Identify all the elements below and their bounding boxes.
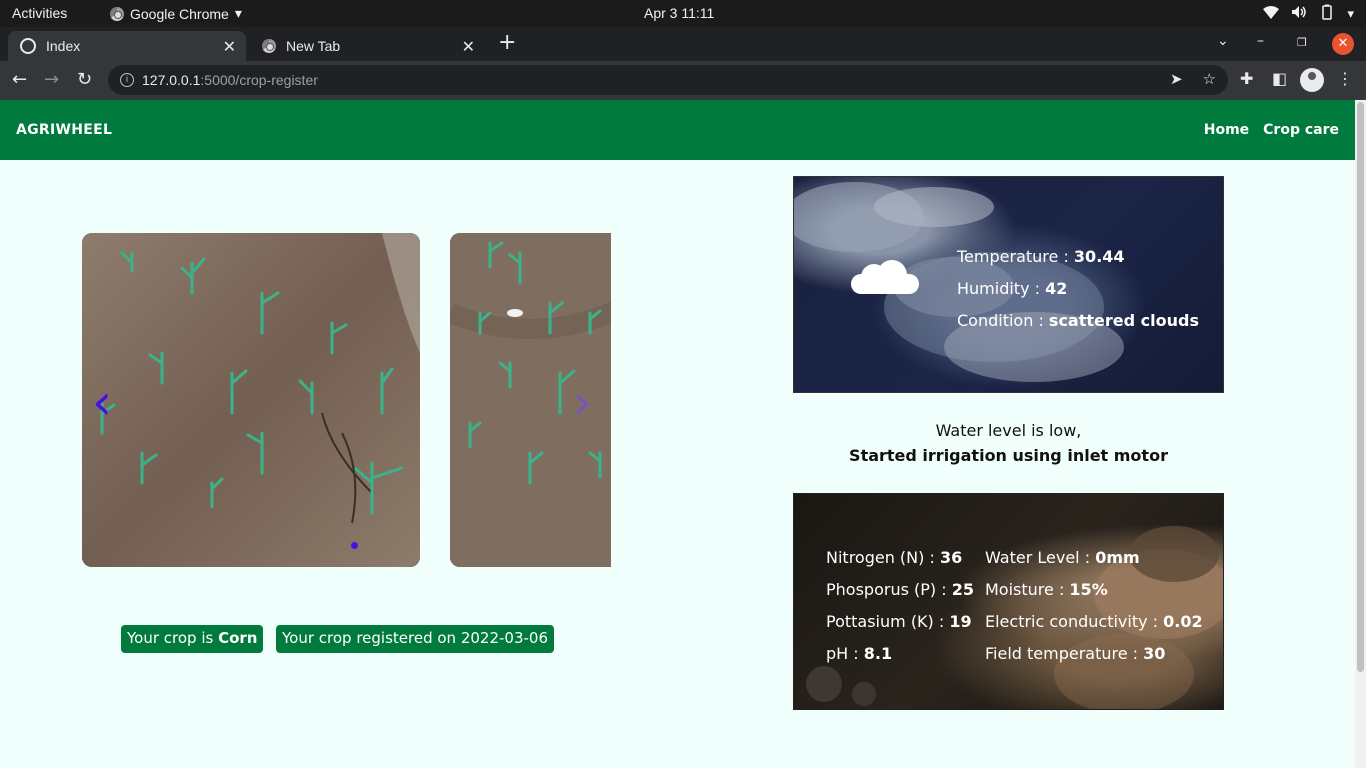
phosphorus-value: 25: [951, 580, 974, 599]
app-name: Google Chrome: [130, 5, 229, 22]
field-temperature-label: Field temperature :: [985, 644, 1144, 663]
moisture-row: Moisture : 15%: [985, 574, 1203, 606]
side-panel-icon[interactable]: ◧: [1272, 69, 1287, 88]
temperature-value: 30.44: [1073, 247, 1125, 266]
activities-button[interactable]: Activities: [12, 5, 67, 21]
tab-new-tab[interactable]: New Tab ✕: [250, 31, 485, 61]
soil-nutrients-column: Nitrogen (N) : 36 Phosporus (P) : 25 Pot…: [826, 542, 974, 670]
soil-sensor-card: Nitrogen (N) : 36 Phosporus (P) : 25 Pot…: [793, 493, 1224, 710]
moisture-label: Moisture :: [985, 580, 1070, 599]
brand-logo[interactable]: AGRIWHEEL: [16, 122, 112, 138]
condition-row: Condition : scattered clouds: [957, 305, 1199, 337]
url-path: :5000/crop-register: [200, 72, 318, 88]
crop-name-badge: Your crop is Corn: [121, 625, 264, 653]
wifi-icon: [1263, 5, 1280, 22]
carousel-indicator-dot[interactable]: [351, 542, 358, 549]
temperature-row: Temperature : 30.44: [957, 241, 1199, 273]
url-host: 127.0.0.1: [142, 72, 201, 88]
crop-name-prefix: Your crop is: [127, 629, 219, 647]
field-temperature-value: 30: [1143, 644, 1166, 663]
nav-home-link[interactable]: Home: [1204, 122, 1249, 138]
system-tray[interactable]: ▾: [1263, 4, 1354, 23]
page-content: AGRIWHEEL Home Crop care ‹ › Your crop i…: [0, 100, 1355, 768]
new-tab-button[interactable]: +: [498, 30, 516, 55]
browser-toolbar: ← → ↻ i 127.0.0.1:5000/crop-register ➤ ☆…: [0, 61, 1366, 100]
field-temperature-row: Field temperature : 30: [985, 638, 1203, 670]
moisture-value: 15%: [1069, 580, 1108, 599]
clock[interactable]: Apr 3 11:11: [644, 5, 714, 21]
nitrogen-label: Nitrogen (N) :: [826, 548, 940, 567]
tab-title: New Tab: [286, 38, 341, 54]
nav-links: Home Crop care: [1204, 122, 1339, 138]
water-message-line2: Started irrigation using inlet motor: [849, 446, 1168, 465]
tab-search-icon[interactable]: ⌄: [1217, 33, 1229, 49]
menu-kebab-icon[interactable]: ⋮: [1337, 69, 1353, 88]
potassium-value: 19: [949, 612, 972, 631]
site-navbar: AGRIWHEEL Home Crop care: [0, 100, 1355, 160]
chrome-icon: [110, 6, 124, 21]
window-close-button[interactable]: ✕: [1332, 33, 1354, 55]
potassium-row: Pottasium (K) : 19: [826, 606, 974, 638]
tab-title: Index: [46, 38, 81, 54]
conductivity-row: Electric conductivity : 0.02: [985, 606, 1203, 638]
back-arrow-icon[interactable]: ←: [12, 69, 27, 90]
restore-icon[interactable]: ❐: [1297, 36, 1307, 49]
scrollbar-thumb[interactable]: [1357, 102, 1364, 672]
ph-row: pH : 8.1: [826, 638, 974, 670]
close-icon[interactable]: ✕: [462, 37, 475, 57]
tab-index[interactable]: Index ✕: [8, 31, 246, 61]
water-message-line1: Water level is low,: [935, 421, 1082, 440]
crop-registered-badge: Your crop registered on 2022-03-06: [276, 625, 555, 653]
weather-card: Temperature : 30.44 Humidity : 42 Condit…: [793, 176, 1224, 393]
battery-icon: [1319, 4, 1335, 23]
water-level-message: Water level is low, Started irrigation u…: [793, 418, 1224, 468]
app-menu[interactable]: Google Chrome ▾: [110, 5, 242, 22]
tab-strip: Index ✕ New Tab ✕: [0, 27, 1366, 61]
close-icon[interactable]: ✕: [223, 37, 236, 57]
water-level-value: 0mm: [1095, 548, 1140, 567]
cloud-icon: [851, 260, 919, 294]
phosphorus-row: Phosporus (P) : 25: [826, 574, 974, 606]
reload-icon[interactable]: ↻: [77, 69, 92, 90]
volume-icon: [1291, 5, 1307, 22]
phosphorus-label: Phosporus (P) :: [826, 580, 952, 599]
water-level-row: Water Level : 0mm: [985, 542, 1203, 574]
extensions-icon[interactable]: ✚: [1240, 69, 1253, 88]
address-bar[interactable]: i 127.0.0.1:5000/crop-register ➤ ☆: [108, 65, 1228, 95]
chrome-icon: [262, 39, 276, 53]
temperature-label: Temperature :: [957, 247, 1074, 266]
globe-icon: [20, 38, 36, 54]
weather-details: Temperature : 30.44 Humidity : 42 Condit…: [957, 241, 1199, 337]
crop-photo: [82, 233, 420, 567]
water-level-label: Water Level :: [985, 548, 1096, 567]
nitrogen-row: Nitrogen (N) : 36: [826, 542, 974, 574]
caret-down-icon: ▾: [1347, 5, 1354, 21]
minimize-icon[interactable]: –: [1257, 33, 1264, 49]
condition-value: scattered clouds: [1048, 311, 1199, 330]
humidity-row: Humidity : 42: [957, 273, 1199, 305]
caret-down-icon: ▾: [234, 5, 242, 21]
os-top-bar: Activities Google Chrome ▾ Apr 3 11:11 ▾: [0, 0, 1366, 27]
crop-image-carousel: ‹ ›: [82, 233, 611, 567]
send-icon[interactable]: ➤: [1170, 70, 1183, 88]
nitrogen-value: 36: [939, 548, 963, 567]
carousel-prev-arrow-icon[interactable]: ‹: [92, 373, 112, 431]
conductivity-label: Electric conductivity :: [985, 612, 1164, 631]
conductivity-value: 0.02: [1163, 612, 1203, 631]
page-scrollbar[interactable]: [1355, 100, 1366, 768]
forward-arrow-icon[interactable]: →: [44, 69, 59, 90]
profile-avatar-icon[interactable]: [1300, 68, 1324, 92]
ph-label: pH :: [826, 644, 864, 663]
info-icon[interactable]: i: [120, 73, 134, 87]
star-icon[interactable]: ☆: [1203, 70, 1216, 88]
nav-crop-care-link[interactable]: Crop care: [1263, 122, 1339, 138]
ph-value: 8.1: [863, 644, 893, 663]
condition-label: Condition :: [957, 311, 1049, 330]
soil-conditions-column: Water Level : 0mm Moisture : 15% Electri…: [985, 542, 1203, 670]
humidity-value: 42: [1045, 279, 1068, 298]
carousel-next-arrow-icon[interactable]: ›: [572, 373, 592, 431]
humidity-label: Humidity :: [957, 279, 1046, 298]
potassium-label: Pottasium (K) :: [826, 612, 950, 631]
crop-name: Corn: [218, 629, 258, 647]
